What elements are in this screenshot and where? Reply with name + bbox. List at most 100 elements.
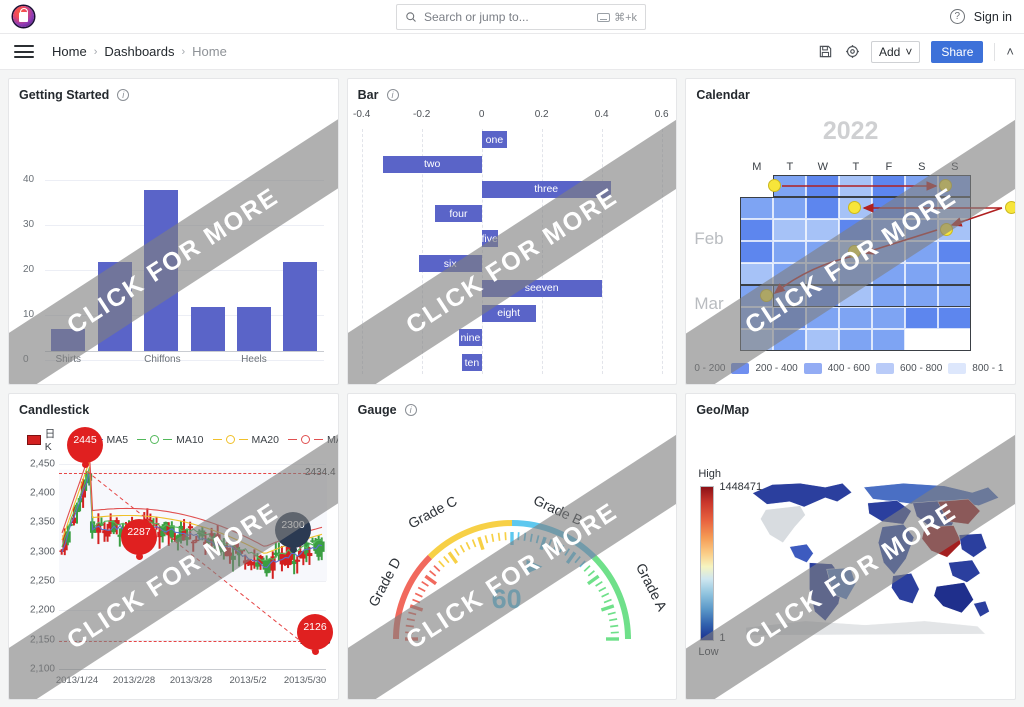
calendar-cell[interactable] [839, 329, 873, 351]
legend-label: 0 - 200 [694, 363, 726, 374]
bar[interactable] [144, 189, 179, 352]
bar-label: three [534, 183, 559, 196]
info-icon[interactable]: i [117, 89, 130, 101]
markline-low [59, 640, 326, 642]
panel-title: Candlestick [9, 394, 338, 417]
save-icon[interactable] [817, 44, 833, 60]
annotation-balloon[interactable]: 2445 [67, 426, 103, 463]
bar[interactable]: eight [481, 304, 536, 322]
bar[interactable] [97, 261, 132, 352]
bar[interactable]: seeven [481, 279, 602, 297]
x-axis-tick: -0.2 [413, 109, 431, 120]
bar-series: one two three four five six seeven eight nine ten [362, 131, 667, 374]
calendar-year: 2022 [822, 117, 879, 145]
breadcrumb-bar: Home › Dashboards › Home Add ˅ Share ˄ [0, 34, 1024, 70]
bar[interactable]: six [418, 255, 482, 272]
x-axis-tick-labels: Shirts Chiffons Heels [45, 354, 324, 370]
bar[interactable]: three [481, 180, 611, 198]
panel-title: Geo/Map [686, 394, 1015, 417]
x-axis-tick: 2013/5/2 [229, 675, 267, 686]
legend-swatch [731, 363, 750, 374]
bar[interactable]: ten [462, 354, 482, 372]
gear-icon[interactable] [844, 44, 860, 60]
add-button[interactable]: Add ˅ [871, 40, 921, 63]
x-axis-tick: 2013/1/24 [55, 675, 99, 686]
gauge-chart: 60 Grade D Grade C Grade B Grade A [354, 424, 671, 693]
bar[interactable] [236, 306, 271, 352]
legend-high-value: 1448471 [719, 481, 763, 493]
calendar-cell[interactable] [740, 329, 774, 351]
calendar-cell[interactable] [872, 329, 906, 351]
info-icon[interactable]: i [386, 89, 399, 101]
x-axis [59, 669, 326, 670]
panel-candlestick[interactable]: Candlestick 日KMA5MA10MA20MA302,1002,1502… [8, 393, 339, 700]
color-scale-bar [700, 486, 715, 641]
y-axis-tick: 20 [23, 263, 35, 275]
search-placeholder: Search or jump to... [424, 10, 529, 24]
calendar-day-header: S [918, 161, 926, 173]
panel-gauge[interactable]: Gauge i 60 Grade D Grade C Grade B Grade A C… [346, 393, 678, 700]
annotation-value: 2445 [73, 433, 97, 446]
breadcrumb-item-current: Home [192, 44, 227, 59]
bar[interactable] [283, 261, 318, 352]
calendar-day-header: S [951, 161, 959, 173]
y-axis-tick: 40 [23, 173, 35, 185]
bar-label: nine [460, 331, 481, 344]
bar[interactable]: four [435, 205, 482, 223]
legend-high-label: High [698, 468, 721, 480]
panel-title-text: Geo/Map [696, 403, 750, 417]
bar[interactable]: nine [459, 329, 482, 347]
sign-in-link[interactable]: Sign in [974, 10, 1012, 24]
x-axis-tick: 2013/2/28 [112, 675, 156, 686]
gauge-pointer [526, 559, 543, 574]
search-input[interactable]: Search or jump to... ⌘+k [396, 4, 646, 30]
calendar-marker[interactable] [1005, 201, 1015, 214]
bar[interactable]: two [382, 155, 482, 173]
markline-high-label: 2434.4 [305, 466, 336, 478]
bar[interactable]: five [481, 230, 498, 248]
panel-calendar[interactable]: Calendar 2022 M T W T F S S Feb Mar 0 - 200 200 - … [685, 78, 1016, 385]
legend-label: 800 - 1 [972, 363, 1004, 374]
candlestick-chart: 日KMA5MA10MA20MA302,1002,1502,2002,2502,3… [15, 424, 338, 693]
menu-icon[interactable] [14, 45, 34, 58]
x-axis-tick: 0.6 [654, 109, 669, 120]
annotation-balloon[interactable]: 2300 [275, 511, 311, 548]
x-axis-tick [191, 354, 225, 370]
bar[interactable] [51, 329, 86, 352]
x-axis-tick [98, 354, 132, 370]
x-axis-tick: -0.4 [353, 109, 371, 120]
annotation-point [135, 553, 143, 561]
breadcrumb-item-home[interactable]: Home [52, 44, 87, 59]
calendar-cell[interactable] [806, 329, 840, 351]
y-axis-tick: 10 [23, 308, 35, 320]
bar-label: five [481, 232, 498, 245]
breadcrumb: Home › Dashboards › Home [52, 44, 227, 59]
world-map-shapes [745, 482, 1000, 636]
y-axis-tick: 30 [23, 218, 35, 230]
x-axis-tick-labels: -0.4 -0.2 0 0.2 0.4 0.6 [353, 109, 669, 125]
world-choropleth-map: High Low 1448471 1 [692, 424, 1009, 693]
bar[interactable]: one [481, 131, 508, 148]
annotation-value: 2300 [281, 518, 305, 531]
panel-getting-started[interactable]: Getting Started i 0 10 20 30 40 Shirts Chiffon… [8, 78, 339, 385]
toolbar-divider [994, 42, 996, 61]
calendar-cell[interactable] [773, 329, 807, 351]
search-shortcut-text: ⌘+k [614, 11, 637, 24]
calendar-month-label: Feb [694, 229, 724, 248]
annotation-balloon[interactable]: 2126 [297, 613, 333, 650]
marker-path [774, 181, 1003, 294]
bar-chart-getting-started: 0 10 20 30 40 Shirts Chiffons Heels [15, 109, 332, 378]
info-icon[interactable]: i [404, 404, 417, 416]
legend-swatch [948, 363, 967, 374]
panel-title-text: Gauge [357, 403, 397, 417]
help-icon[interactable]: ? [949, 9, 965, 24]
bar[interactable] [190, 306, 225, 352]
breadcrumb-item-dashboards[interactable]: Dashboards [104, 44, 174, 59]
chevron-up-icon[interactable]: ˄ [1006, 44, 1014, 59]
share-button[interactable]: Share [931, 40, 984, 63]
x-axis-tick: 0.4 [594, 109, 609, 120]
panel-bar[interactable]: Bar i -0.4 -0.2 0 0.2 0.4 0.6 one two three four f… [346, 78, 678, 385]
panel-geo-map[interactable]: Geo/Map High Low 1448471 1 CLICK FOR MORE [685, 393, 1016, 700]
grafana-logo[interactable] [0, 6, 46, 27]
x-axis-tick: Chiffons [144, 354, 181, 365]
